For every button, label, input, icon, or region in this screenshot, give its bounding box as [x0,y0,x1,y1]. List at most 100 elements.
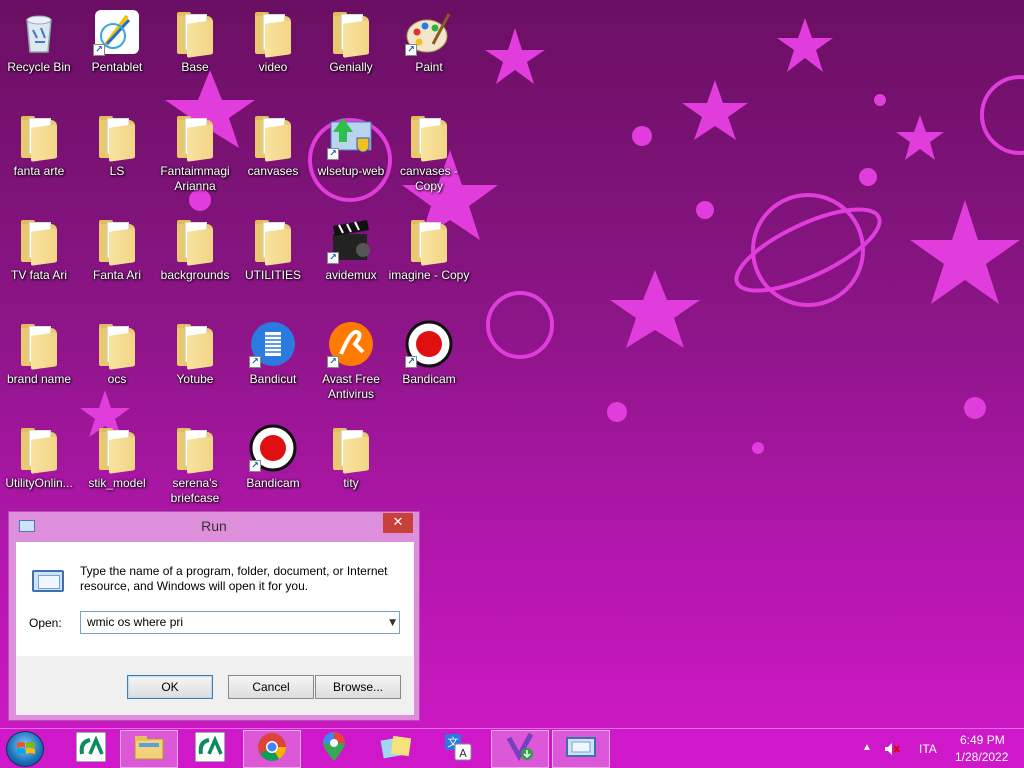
desktop-icon-label: brand name [6,372,72,386]
folder-icon [171,8,219,58]
desktop-icon-label: canvases [247,164,299,178]
open-combobox[interactable]: ▼ [80,611,400,634]
desktop-icon-label: wlsetup-web [317,164,385,178]
desktop-icon-label: Avast Free Antivirus [322,372,380,401]
paint-palette-icon: ↗ [405,8,453,56]
taskbar-item[interactable] [62,730,120,768]
desktop-icon[interactable]: imagine - Copy [389,212,469,312]
cancel-button[interactable]: Cancel [228,675,314,699]
desktop-icon-label: fanta arte [13,164,65,178]
folder-icon [15,320,63,370]
desktop-icon[interactable]: ↗ avidemux [312,212,390,312]
folder-icon [171,216,219,266]
close-button[interactable]: ✕ [383,513,413,533]
taskbar-item[interactable] [243,730,301,768]
folder-icon [249,112,297,162]
run-content-area: Type the name of a program, folder, docu… [16,542,414,656]
desktop-icon[interactable]: serena's briefcase [156,420,234,520]
desktop-icon[interactable]: ↗ Avast Free Antivirus [312,316,390,416]
folder-icon [327,8,375,58]
desktop-icon[interactable]: stik_model [78,420,156,520]
run-dialog-icon [565,734,597,764]
taskbar-item[interactable] [120,730,178,768]
speaker-muted-icon[interactable] [884,742,900,756]
clock-time[interactable]: 6:49 PM [960,733,1005,747]
desktop-icon[interactable]: backgrounds [156,212,234,312]
bandicut-film-icon: ↗ [249,320,297,368]
taskbar-item[interactable] [181,730,239,768]
desktop-icon[interactable]: ↗ Bandicam [390,316,468,416]
browse-button[interactable]: Browse... [315,675,401,699]
svg-text:A: A [459,747,467,760]
desktop-icon[interactable]: UtilityOnlin... [0,420,78,520]
show-hidden-icons-chevron-icon[interactable]: ▲ [862,742,872,753]
run-program-icon [32,570,64,592]
desktop-icon-label: Yotube [176,372,214,386]
recycle-bin-icon [15,8,63,56]
desktop-icon[interactable]: TV fata Ari [0,212,78,312]
desktop-icon-label: stik_model [88,476,146,490]
desktop-icon-label: Fanta Ari [92,268,142,282]
desktop-icon-label: Base [181,60,209,74]
open-label: Open: [29,616,62,630]
folder-icon [171,112,219,162]
desktop-icon-label: Pentablet [91,60,143,74]
desktop-icon[interactable]: Recycle Bin [0,4,78,104]
desktop-icon[interactable]: ↗ wlsetup-web [312,108,390,208]
language-indicator[interactable]: ITA [919,742,937,756]
run-titlebar[interactable]: Run ✕ [9,512,419,542]
desktop-icon[interactable]: ↗ Pentablet [78,4,156,104]
installer-shield-icon: ↗ [327,112,375,160]
folder-icon [327,424,375,474]
folder-icon [15,216,63,266]
taskbar-item[interactable] [367,730,425,768]
translate-icon: 文A [443,732,473,766]
taskbar-item[interactable] [305,730,363,768]
folder-icon [171,320,219,370]
desktop-icon[interactable]: Yotube [156,316,234,416]
desktop-icon[interactable]: ↗ Bandicut [234,316,312,416]
folder-icon [405,112,453,162]
taskbar-item[interactable] [491,730,549,768]
desktop-icon[interactable]: ↗ Paint [390,4,468,104]
desktop-icon-label: canvases - Copy [399,164,459,193]
desktop-icon-label: tity [343,476,359,490]
chrome-icon [257,732,287,766]
desktop-icon[interactable]: UTILITIES [234,212,312,312]
desktop-icon[interactable]: Base [156,4,234,104]
bandicam-record-icon: ↗ [405,320,453,368]
clock-date[interactable]: 1/28/2022 [955,750,1008,764]
desktop-icon-label: Fantaimmagi Arianna [160,164,230,193]
chevron-down-icon[interactable]: ▼ [389,618,396,628]
desktop-icon[interactable]: video [234,4,312,104]
folder-icon [171,424,219,474]
folder-icon [15,112,63,162]
desktop-icon[interactable]: Genially [312,4,390,104]
desktop-icon[interactable]: LS [78,108,156,208]
desktop-icon[interactable]: ocs [78,316,156,416]
desktop-icon[interactable]: ↗ Bandicam [234,420,312,520]
desktop-icon-label: UtilityOnlin... [5,476,73,490]
desktop-icon[interactable]: canvases - Copy [390,108,468,208]
desktop-icon[interactable]: tity [312,420,390,520]
desktop-icon[interactable]: fanta arte [0,108,78,208]
desktop-icon[interactable]: brand name [0,316,78,416]
ok-button[interactable]: OK [127,675,213,699]
desktop-icon[interactable]: Fantaimmagi Arianna [156,108,234,208]
desktop-icon-label: Bandicam [402,372,456,386]
folder-icon [249,8,297,58]
taskbar-item[interactable]: 文A [429,730,487,768]
desktop-icon-label: Paint [415,60,443,74]
run-title: Run [201,518,227,534]
visual-studio-installer-icon [505,732,535,766]
desktop-icon[interactable]: canvases [234,108,312,208]
file-explorer-icon [133,733,165,765]
bandicam-record-icon: ↗ [249,424,297,472]
open-input[interactable] [87,615,367,629]
pentablet-app-icon: ↗ [93,8,141,56]
folder-icon [93,424,141,474]
desktop-icon[interactable]: Fanta Ari [78,212,156,312]
start-button[interactable] [6,731,44,767]
clapperboard-icon: ↗ [327,216,375,264]
taskbar-item[interactable] [552,730,610,768]
